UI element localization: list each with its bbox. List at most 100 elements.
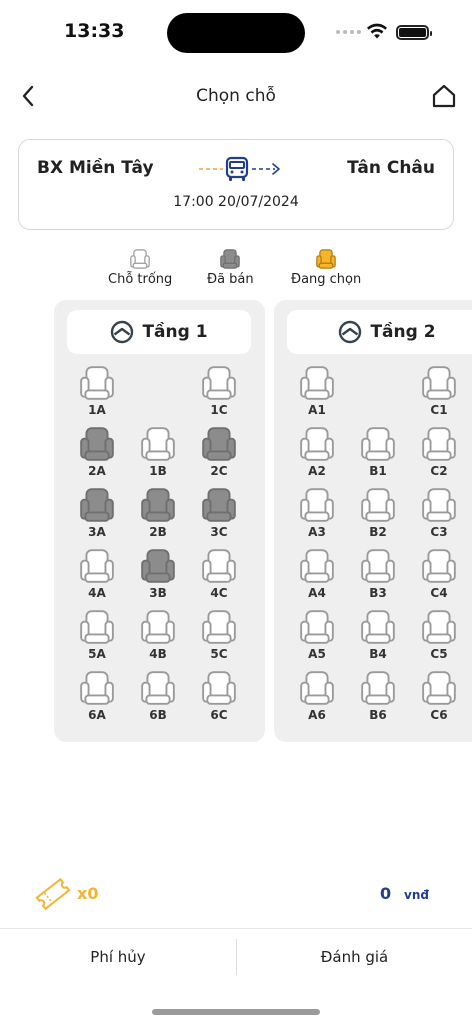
seat-5A-available[interactable]: 5A	[77, 608, 117, 666]
seat-icon	[80, 671, 114, 705]
seat-label: 5C	[210, 647, 228, 661]
seat-label: 5A	[88, 647, 106, 661]
booking-summary: x0 0 vnđ	[0, 872, 472, 916]
seat-6A-available[interactable]: 6A	[77, 669, 117, 727]
seat-B4-available[interactable]: B4	[358, 608, 398, 666]
seat-A1-available[interactable]: A1	[297, 364, 337, 422]
seat-icon	[361, 427, 395, 461]
seat-4C-available[interactable]: 4C	[199, 547, 239, 605]
seat-icon	[361, 671, 395, 705]
ticket-icon	[35, 877, 71, 911]
seat-B1-available[interactable]: B1	[358, 425, 398, 483]
seat-label: 6B	[149, 708, 167, 722]
legend-available-label: Chỗ trống	[108, 272, 173, 287]
seat-6C-available[interactable]: 6C	[199, 669, 239, 727]
seat-B3-available[interactable]: B3	[358, 547, 398, 605]
seat-sold-icon	[220, 249, 241, 269]
seat-label: 2C	[210, 464, 228, 478]
seat-label: 2B	[149, 525, 167, 539]
bus-icon	[225, 156, 249, 181]
seat-icon	[141, 427, 175, 461]
seat-C3-available[interactable]: C3	[419, 486, 459, 544]
seat-icon	[300, 671, 334, 705]
seat-A4-available[interactable]: A4	[297, 547, 337, 605]
seat-label: 3A	[88, 525, 106, 539]
home-icon	[432, 84, 456, 108]
status-bar: 13:33	[0, 0, 472, 60]
arrow-right-icon	[252, 163, 280, 175]
bottom-action-bar: Phí hủy Đánh giá	[0, 928, 472, 988]
seat-label: 1B	[149, 464, 167, 478]
seat-3A-sold: 3A	[77, 486, 117, 544]
deck-header: Tầng 1	[67, 310, 251, 354]
seat-icon	[300, 427, 334, 461]
seat-B2-available[interactable]: B2	[358, 486, 398, 544]
route-dashes-left	[199, 168, 223, 170]
seat-A6-available[interactable]: A6	[297, 669, 337, 727]
seat-icon	[141, 549, 175, 583]
seat-icon	[361, 610, 395, 644]
seat-icon	[141, 610, 175, 644]
wifi-icon	[367, 23, 387, 39]
seat-icon	[361, 488, 395, 522]
seat-label: 3B	[149, 586, 167, 600]
seat-A3-available[interactable]: A3	[297, 486, 337, 544]
seat-label: C5	[430, 647, 448, 661]
seat-label: 4C	[210, 586, 228, 600]
seat-C2-available[interactable]: C2	[419, 425, 459, 483]
seat-icon	[80, 488, 114, 522]
seat-icon	[80, 427, 114, 461]
deck-panel-1: Tầng 1 1A 1C 2A 1B 2C 3A 2B 3C 4A 3B 4C 5A 4B 5C 6A 6B 6…	[54, 300, 265, 742]
total-amount: 0	[380, 884, 392, 903]
deck-title: Tầng 1	[142, 322, 208, 342]
seat-label: C1	[430, 403, 448, 417]
seat-5C-available[interactable]: 5C	[199, 608, 239, 666]
seat-A5-available[interactable]: A5	[297, 608, 337, 666]
seat-A2-available[interactable]: A2	[297, 425, 337, 483]
navigation-header: Chọn chỗ	[0, 72, 472, 120]
seat-2C-sold: 2C	[199, 425, 239, 483]
route-origin: BX Miền Tây	[37, 158, 154, 178]
seat-icon	[422, 549, 456, 583]
seat-label: 2A	[88, 464, 106, 478]
review-button[interactable]: Đánh giá	[237, 929, 472, 985]
seat-label: C6	[430, 708, 448, 722]
seat-1A-available[interactable]: 1A	[77, 364, 117, 422]
seat-3C-sold: 3C	[199, 486, 239, 544]
seat-icon	[80, 610, 114, 644]
cancel-fee-button[interactable]: Phí hủy	[0, 929, 236, 985]
seat-6B-available[interactable]: 6B	[138, 669, 178, 727]
seat-icon	[422, 671, 456, 705]
seat-icon	[141, 488, 175, 522]
status-time: 13:33	[64, 20, 125, 42]
seat-icon	[202, 610, 236, 644]
seat-label: B2	[369, 525, 387, 539]
seat-label: 4A	[88, 586, 106, 600]
seat-C6-available[interactable]: C6	[419, 669, 459, 727]
seat-C5-available[interactable]: C5	[419, 608, 459, 666]
legend-selecting: Đang chọn	[291, 248, 361, 287]
seat-label: A5	[308, 647, 326, 661]
deck-title: Tầng 2	[370, 322, 436, 342]
seat-label: A1	[308, 403, 326, 417]
seat-icon	[80, 549, 114, 583]
seat-selecting-icon	[316, 249, 336, 269]
seat-label: 3C	[210, 525, 228, 539]
seat-icon	[422, 488, 456, 522]
seat-available-icon	[130, 249, 150, 269]
seat-B6-available[interactable]: B6	[358, 669, 398, 727]
seat-1B-available[interactable]: 1B	[138, 425, 178, 483]
seat-C4-available[interactable]: C4	[419, 547, 459, 605]
cellular-signal-icon	[336, 30, 361, 34]
steering-wheel-icon	[111, 320, 134, 344]
departure-datetime: 17:00 20/07/2024	[173, 194, 299, 210]
seat-icon	[141, 671, 175, 705]
home-button[interactable]	[428, 80, 460, 112]
seat-4B-available[interactable]: 4B	[138, 608, 178, 666]
seat-1C-available[interactable]: 1C	[199, 364, 239, 422]
seat-label: B1	[369, 464, 387, 478]
seat-4A-available[interactable]: 4A	[77, 547, 117, 605]
seat-icon	[202, 671, 236, 705]
seat-label: 1A	[88, 403, 106, 417]
seat-C1-available[interactable]: C1	[419, 364, 459, 422]
